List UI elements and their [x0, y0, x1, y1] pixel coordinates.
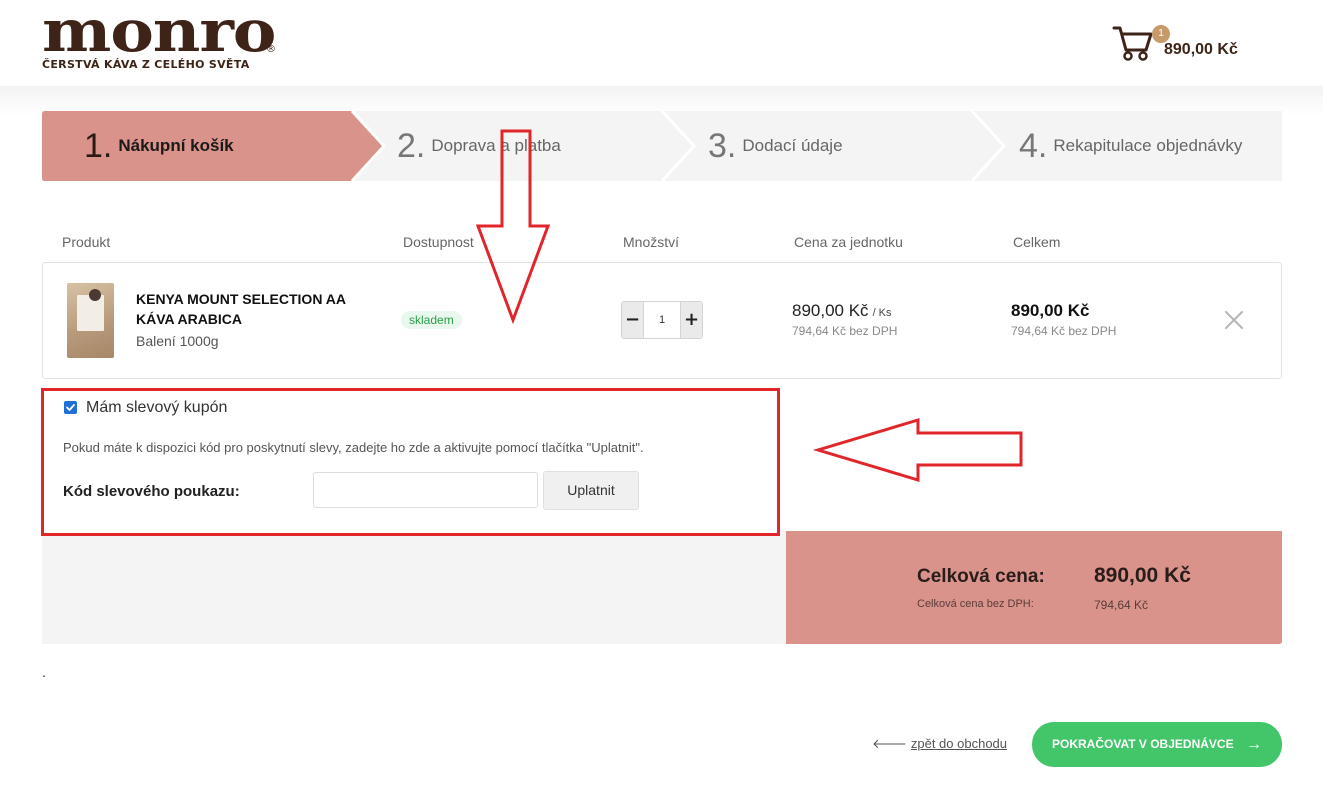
line-total: 890,00 Kč	[1011, 301, 1090, 320]
product-image-label	[77, 295, 104, 331]
quantity-decrease-button[interactable]: −	[622, 302, 644, 338]
checkout-steps: 1. Nákupní košík 2. Doprava a platba 3. …	[42, 111, 1282, 181]
coupon-apply-button[interactable]: Uplatnit	[543, 471, 639, 510]
logo-registered-mark: ®	[266, 44, 276, 55]
continue-order-button[interactable]: POKRAČOVAT V OBJEDNÁVCE →	[1032, 722, 1282, 767]
step-shipping-payment[interactable]: 2. Doprava a platba	[397, 111, 561, 181]
arrow-left-icon: 🡐	[872, 736, 907, 751]
logo-wordmark: monro	[42, 0, 276, 65]
line-total-net: 794,64 Kč bez DPH	[1011, 324, 1117, 338]
unit-price-net: 794,64 Kč bez DPH	[792, 324, 898, 338]
total-label: Celková cena:	[917, 566, 1045, 587]
step-order-summary[interactable]: 4. Rekapitulace objednávky	[1019, 111, 1242, 181]
back-to-shop-label: zpět do obchodu	[910, 736, 1008, 751]
availability-badge: skladem	[401, 311, 462, 329]
coupon-code-label: Kód slevového poukazu:	[63, 483, 240, 500]
unit-price: 890,00 Kč / Ks	[792, 301, 892, 321]
checkmark-icon	[66, 404, 75, 411]
order-total-box: Celková cena: 890,00 Kč Celková cena bez…	[786, 531, 1282, 644]
stray-dot-text: .	[42, 664, 46, 680]
continue-order-label: POKRAČOVAT V OBJEDNÁVCE	[1052, 737, 1234, 751]
product-variant: Balení 1000g	[136, 333, 219, 349]
step-label: Nákupní košík	[118, 136, 234, 155]
header-cart[interactable]: 1 890,00 Kč	[1112, 22, 1262, 66]
logo-tagline: ČERSTVÁ KÁVA Z CELÉHO SVĚTA	[42, 58, 250, 71]
step-delivery-details[interactable]: 3. Dodací údaje	[708, 111, 843, 181]
coupon-checkbox[interactable]	[64, 401, 77, 414]
product-image-seal	[89, 289, 101, 301]
cart-icon	[1112, 26, 1153, 61]
quantity-stepper: − 1 +	[621, 301, 703, 339]
quantity-input[interactable]: 1	[644, 302, 680, 338]
coupon-section: Mám slevový kupón Pokud máte k dispozici…	[41, 388, 780, 536]
remove-item-icon[interactable]	[1223, 309, 1245, 331]
quantity-increase-button[interactable]: +	[680, 302, 702, 338]
total-net-value: 794,64 Kč	[1094, 598, 1149, 612]
product-image[interactable]	[67, 283, 114, 358]
step-label: Doprava a platba	[431, 136, 561, 155]
total-net-label: Celková cena bez DPH:	[917, 598, 1034, 610]
unit-price-value: 890,00 Kč	[792, 301, 869, 320]
cart-total: 890,00 Kč	[1164, 41, 1238, 58]
step-label: Rekapitulace objednávky	[1053, 136, 1243, 155]
coupon-help-text: Pokud máte k dispozici kód pro poskytnut…	[63, 440, 644, 455]
column-header-total: Celkem	[1013, 234, 1061, 250]
back-to-shop-link[interactable]: 🡐 zpět do obchodu	[872, 736, 1007, 752]
step-number: 2.	[397, 126, 426, 165]
arrow-right-icon: →	[1246, 736, 1262, 753]
product-name[interactable]: KENYA MOUNT SELECTION AA KÁVA ARABICA	[136, 289, 376, 329]
left-arrow-annotation	[812, 417, 1023, 483]
column-header-quantity: Množství	[623, 234, 680, 250]
step-cart: 1. Nákupní košík	[84, 111, 234, 181]
column-header-unit-price: Cena za jednotku	[794, 234, 903, 250]
brand-logo[interactable]: monro ® ČERSTVÁ KÁVA Z CELÉHO SVĚTA	[42, 2, 282, 76]
cart-item-row: KENYA MOUNT SELECTION AA KÁVA ARABICA Ba…	[42, 262, 1282, 379]
total-value: 890,00 Kč	[1094, 564, 1191, 587]
column-header-availability: Dostupnost	[403, 234, 474, 250]
column-header-product: Produkt	[62, 234, 111, 250]
step-number: 4.	[1019, 126, 1048, 165]
step-label: Dodací údaje	[742, 136, 843, 155]
coupon-code-input[interactable]	[313, 472, 538, 508]
coupon-checkbox-label[interactable]: Mám slevový kupón	[86, 399, 227, 417]
unit-price-unit: / Ks	[872, 307, 892, 319]
step-number: 3.	[708, 126, 737, 165]
site-header: monro ® ČERSTVÁ KÁVA Z CELÉHO SVĚTA 1 89…	[0, 0, 1323, 86]
step-number: 1.	[84, 126, 113, 165]
